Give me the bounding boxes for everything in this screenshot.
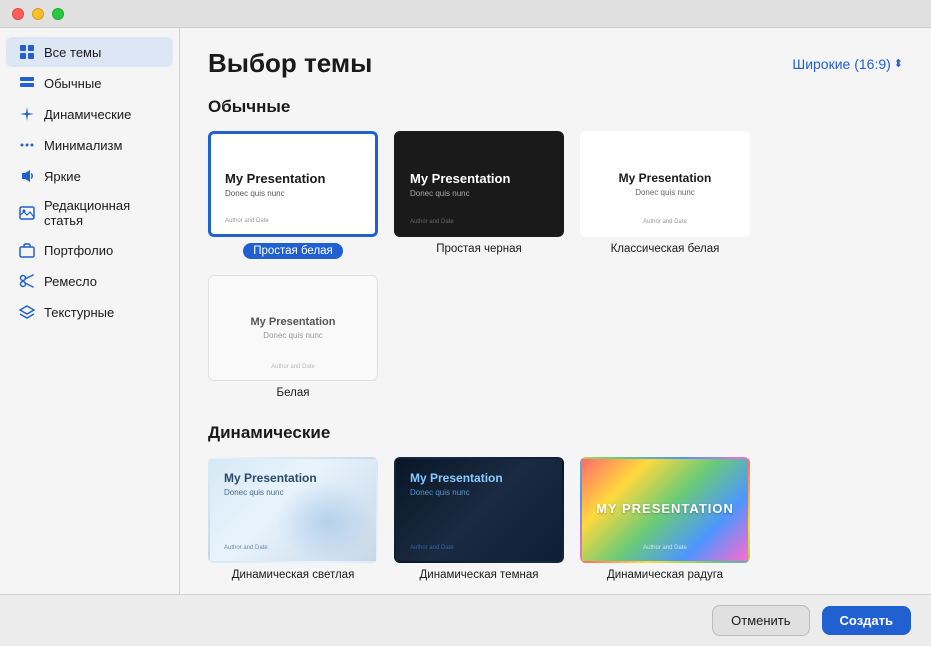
theme-card-simple-black[interactable]: My Presentation Donec quis nunc Author a… xyxy=(394,131,564,259)
theme-thumbnail-classic-white: My Presentation Donec quis nunc Author a… xyxy=(580,131,750,237)
thumb-title: My Presentation xyxy=(410,471,548,485)
sidebar-item-minimalism[interactable]: Минимализм xyxy=(6,130,173,160)
footer: Отменить Создать xyxy=(0,594,931,646)
theme-card-dynamic-light[interactable]: My Presentation Donec quis nunc Author a… xyxy=(208,457,378,581)
thumb-author: Author and Date xyxy=(209,364,377,370)
sidebar-label-all-themes: Все темы xyxy=(44,45,101,60)
minimize-button[interactable] xyxy=(32,8,44,20)
sidebar-item-bright[interactable]: Яркие xyxy=(6,161,173,191)
thumb-title: My Presentation xyxy=(251,316,336,328)
sidebar-item-all-themes[interactable]: Все темы xyxy=(6,37,173,67)
theme-thumbnail-white: My Presentation Donec quis nunc Author a… xyxy=(208,275,378,381)
sidebar-item-craft[interactable]: Ремесло xyxy=(6,266,173,296)
fullscreen-button[interactable] xyxy=(52,8,64,20)
title-bar xyxy=(0,0,931,28)
image-icon xyxy=(18,204,36,222)
thumb-subtitle: Donec quis nunc xyxy=(225,189,361,198)
sidebar-label-editorial: Редакционная статья xyxy=(44,198,161,228)
sidebar-item-portfolio[interactable]: Портфолио xyxy=(6,235,173,265)
theme-thumbnail-simple-white: My Presentation Donec quis nunc Author a… xyxy=(208,131,378,237)
themes-grid-dynamic: My Presentation Donec quis nunc Author a… xyxy=(208,457,903,581)
theme-card-classic-white[interactable]: My Presentation Donec quis nunc Author a… xyxy=(580,131,750,259)
thumb-title: My Presentation xyxy=(224,471,362,485)
sidebar-label-simple: Обычные xyxy=(44,76,101,91)
theme-thumbnail-dynamic-dark: My Presentation Donec quis nunc Author a… xyxy=(394,457,564,563)
theme-thumbnail-dynamic-rainbow: MY PRESENTATION Author and Date xyxy=(580,457,750,563)
section-title-simple: Обычные xyxy=(208,97,903,117)
thumb-author: Author and Date xyxy=(582,219,748,225)
theme-card-dynamic-rainbow[interactable]: MY PRESENTATION Author and Date Динамиче… xyxy=(580,457,750,581)
theme-label-white: Белая xyxy=(277,387,310,399)
theme-thumbnail-dynamic-light: My Presentation Donec quis nunc Author a… xyxy=(208,457,378,563)
main-content: Выбор темы Широкие (16:9) ⬍ Обычные My P… xyxy=(180,28,931,594)
sidebar-label-portfolio: Портфолио xyxy=(44,243,113,258)
thumb-author: Author and Date xyxy=(410,545,454,551)
sidebar-item-editorial[interactable]: Редакционная статья xyxy=(6,192,173,234)
speaker-icon xyxy=(18,167,36,185)
page-title: Выбор темы xyxy=(208,48,372,79)
dots-icon xyxy=(18,136,36,154)
sidebar-label-texture: Текстурные xyxy=(44,305,114,320)
sidebar-label-dynamic: Динамические xyxy=(44,107,131,122)
thumb-title: MY PRESENTATION xyxy=(596,501,734,516)
aspect-ratio-selector[interactable]: Широкие (16:9) ⬍ xyxy=(792,56,903,72)
theme-label-dynamic-rainbow: Динамическая радуга xyxy=(607,569,723,581)
selected-badge: Простая белая xyxy=(243,243,343,259)
thumb-title: My Presentation xyxy=(410,171,548,186)
sidebar-item-dynamic[interactable]: Динамические xyxy=(6,99,173,129)
section-dynamic: Динамические My Presentation Donec quis … xyxy=(208,423,903,581)
thumb-author: Author and Date xyxy=(224,545,268,551)
app-body: Все темы Обычные Динамические xyxy=(0,28,931,594)
section-simple: Обычные My Presentation Donec quis nunc … xyxy=(208,97,903,399)
theme-card-dynamic-dark[interactable]: My Presentation Donec quis nunc Author a… xyxy=(394,457,564,581)
sidebar-label-minimalism: Минимализм xyxy=(44,138,122,153)
thumb-subtitle: Donec quis nunc xyxy=(410,189,548,198)
thumb-author: Author and Date xyxy=(225,218,269,224)
layers-icon xyxy=(18,303,36,321)
sidebar-item-texture[interactable]: Текстурные xyxy=(6,297,173,327)
thumb-subtitle: Donec quis nunc xyxy=(224,488,362,497)
briefcase-icon xyxy=(18,241,36,259)
section-title-dynamic: Динамические xyxy=(208,423,903,443)
sidebar-label-bright: Яркие xyxy=(44,169,81,184)
theme-label-classic-white: Классическая белая xyxy=(611,243,720,255)
create-button[interactable]: Создать xyxy=(822,606,911,635)
header-row: Выбор темы Широкие (16:9) ⬍ xyxy=(208,48,903,79)
sparkle-icon xyxy=(18,105,36,123)
cancel-button[interactable]: Отменить xyxy=(712,605,809,636)
close-button[interactable] xyxy=(12,8,24,20)
theme-card-white[interactable]: My Presentation Donec quis nunc Author a… xyxy=(208,275,378,399)
grid-icon xyxy=(18,43,36,61)
rectangle-grid-icon xyxy=(18,74,36,92)
thumb-title: My Presentation xyxy=(619,171,712,185)
chevron-updown-icon: ⬍ xyxy=(894,57,903,70)
thumb-author: Author and Date xyxy=(410,219,454,225)
thumb-subtitle: Donec quis nunc xyxy=(263,331,323,340)
aspect-ratio-label: Широкие (16:9) xyxy=(792,56,890,72)
thumb-subtitle: Donec quis nunc xyxy=(410,488,548,497)
thumb-subtitle: Donec quis nunc xyxy=(635,188,695,197)
sidebar-item-simple[interactable]: Обычные xyxy=(6,68,173,98)
themes-grid-simple: My Presentation Donec quis nunc Author a… xyxy=(208,131,903,399)
scissors-icon xyxy=(18,272,36,290)
theme-label-simple-black: Простая черная xyxy=(436,243,522,255)
thumb-title: My Presentation xyxy=(225,171,361,186)
thumb-author: Author and Date xyxy=(582,545,748,551)
theme-label-dynamic-light: Динамическая светлая xyxy=(232,569,355,581)
theme-thumbnail-simple-black: My Presentation Donec quis nunc Author a… xyxy=(394,131,564,237)
theme-label-dynamic-dark: Динамическая темная xyxy=(420,569,539,581)
sidebar: Все темы Обычные Динамические xyxy=(0,28,180,594)
theme-card-simple-white[interactable]: My Presentation Donec quis nunc Author a… xyxy=(208,131,378,259)
sidebar-label-craft: Ремесло xyxy=(44,274,97,289)
